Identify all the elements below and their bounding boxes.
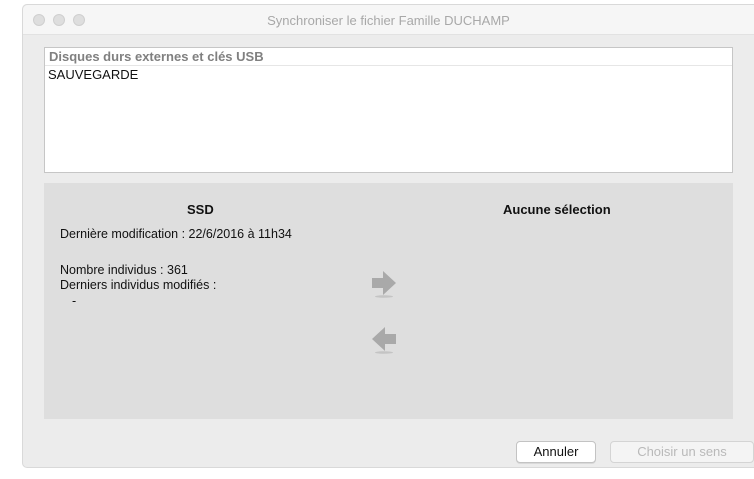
title-bar: Synchroniser le fichier Famille DUCHAMP: [23, 5, 754, 35]
arrow-left-icon: [372, 327, 396, 354]
device-list-header: Disques durs externes et clés USB: [45, 48, 732, 66]
window-title: Synchroniser le fichier Famille DUCHAMP: [267, 13, 510, 28]
sync-left-button[interactable]: [370, 324, 398, 354]
choose-direction-button[interactable]: Choisir un sens: [610, 441, 754, 463]
last-modified-text: Dernière modification : 22/6/2016 à 11h3…: [60, 227, 292, 241]
device-list[interactable]: Disques durs externes et clés USB SAUVEG…: [44, 47, 733, 173]
source-title: SSD: [187, 202, 214, 217]
sync-dialog: Synchroniser le fichier Famille DUCHAMP …: [22, 4, 754, 468]
device-item-sauvegarde[interactable]: SAUVEGARDE: [45, 66, 732, 84]
cancel-button[interactable]: Annuler: [516, 441, 596, 463]
sync-panel: SSD Aucune sélection Dernière modificati…: [44, 183, 733, 419]
target-title: Aucune sélection: [503, 202, 611, 217]
recent-individuals-label: Derniers individus modifiés :: [60, 278, 217, 292]
recent-individuals-value: -: [72, 294, 77, 308]
sync-right-button[interactable]: [370, 268, 398, 298]
arrow-right-icon: [372, 271, 396, 298]
individual-count-text: Nombre individus : 361: [60, 263, 188, 277]
